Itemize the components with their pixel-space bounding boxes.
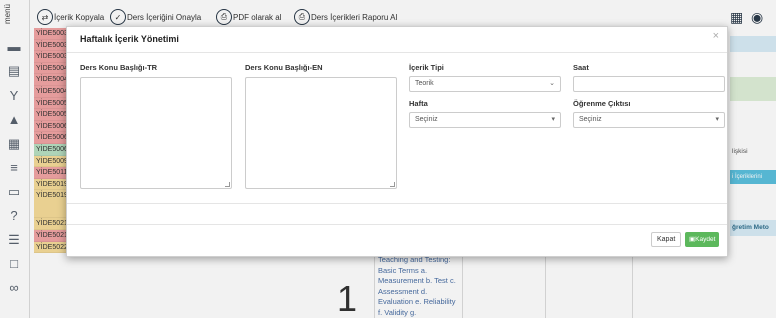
resize-grip-icon[interactable] [390, 182, 395, 187]
outcome-select[interactable]: Seçiniz ▾ [573, 112, 725, 128]
outcome-label: Öğrenme Çıktısı [573, 99, 631, 108]
outcome-value: Seçiniz [579, 116, 602, 123]
modal-footer-divider [67, 224, 727, 225]
close-button[interactable]: Kapat [651, 232, 682, 247]
save-label: Kaydet [695, 236, 716, 243]
modal-title: Haftalık İçerik Yönetimi [80, 34, 179, 44]
weekly-content-modal: Haftalık İçerik Yönetimi × Ders Konu Baş… [66, 26, 728, 257]
topic-en-textarea[interactable] [245, 77, 397, 189]
content-type-label: İçerik Tipi [409, 63, 444, 72]
week-label: Hafta [409, 99, 428, 108]
topic-tr-textarea[interactable] [80, 77, 232, 189]
content-type-value: Teorik [415, 80, 434, 87]
chevron-down-icon: ▾ [551, 116, 555, 123]
week-value: Seçiniz [415, 116, 438, 123]
modal-header: Haftalık İçerik Yönetimi × [67, 27, 727, 53]
chevron-down-icon: ▾ [715, 116, 719, 123]
chevron-down-icon: ⌄ [549, 80, 555, 87]
modal-divider [67, 203, 727, 204]
topic-tr-label: Ders Konu Başlığı-TR [80, 63, 158, 72]
hour-input[interactable] [573, 76, 725, 92]
week-select[interactable]: Seçiniz ▾ [409, 112, 561, 128]
resize-grip-icon[interactable] [225, 182, 230, 187]
content-type-select[interactable]: Teorik ⌄ [409, 76, 561, 92]
close-icon[interactable]: × [713, 30, 719, 42]
hour-label: Saat [573, 63, 589, 72]
topic-en-label: Ders Konu Başlığı-EN [245, 63, 323, 72]
save-button[interactable]: ▣Kaydet [685, 232, 720, 247]
